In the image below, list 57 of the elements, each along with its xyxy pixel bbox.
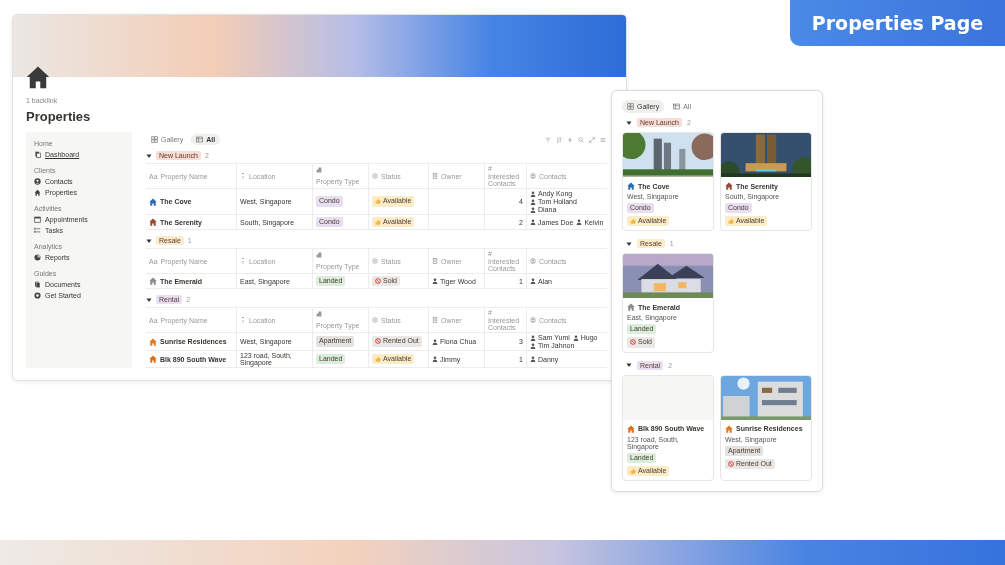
thumbs-up-icon [375,356,381,362]
person-icon [576,219,583,225]
search-icon[interactable] [578,136,584,143]
page-title: Properties [26,109,92,124]
no-entry-icon [728,460,734,467]
caret-icon [146,152,152,159]
lightning-icon[interactable] [567,136,573,143]
house-icon [26,65,50,89]
person-icon [530,219,536,225]
building-icon [316,252,322,258]
person-icon [432,338,438,345]
table-icon [673,103,681,110]
document-icon [432,173,438,179]
status-icon [372,173,378,179]
sort-icon[interactable] [556,136,562,143]
person-icon [530,278,536,284]
contacts-icon [34,178,41,185]
contacts-icon [530,258,536,264]
thumbs-up-icon [728,218,734,225]
pie-chart-icon [34,254,41,261]
caret-icon [146,237,152,244]
table-icon [196,136,204,143]
status-icon [372,258,378,264]
filter-icon[interactable] [545,136,551,143]
thumbs-up-icon [375,198,381,205]
contacts-icon [530,317,536,323]
checklist-icon [34,227,41,234]
no-entry-icon [375,278,381,284]
thumbs-up-icon [630,218,636,225]
thumbs-up-icon [630,467,636,474]
no-entry-icon [375,338,381,345]
calendar-icon [34,216,41,223]
gear-icon [34,292,41,299]
pin-icon [240,258,246,264]
pin-icon [240,173,246,179]
person-icon [572,334,579,341]
person-icon [432,356,438,362]
status-icon [372,317,378,323]
grid-icon [151,136,158,143]
grid-icon [627,103,634,110]
building-icon [316,311,322,317]
document-icon [432,317,438,323]
documents-icon [34,281,41,288]
settings-icon[interactable] [600,136,606,143]
document-icon [432,258,438,264]
document-icon [34,151,41,158]
person-icon [432,278,438,284]
expand-icon[interactable] [589,136,595,143]
house-icon [34,189,41,196]
person-icon [530,356,536,362]
no-entry-icon [630,339,636,346]
building-icon [316,167,322,173]
contacts-icon [530,173,536,179]
slide-title: Properties Page [811,12,984,34]
pin-icon [240,317,246,323]
caret-icon [146,296,152,303]
thumbs-up-icon [375,219,381,225]
